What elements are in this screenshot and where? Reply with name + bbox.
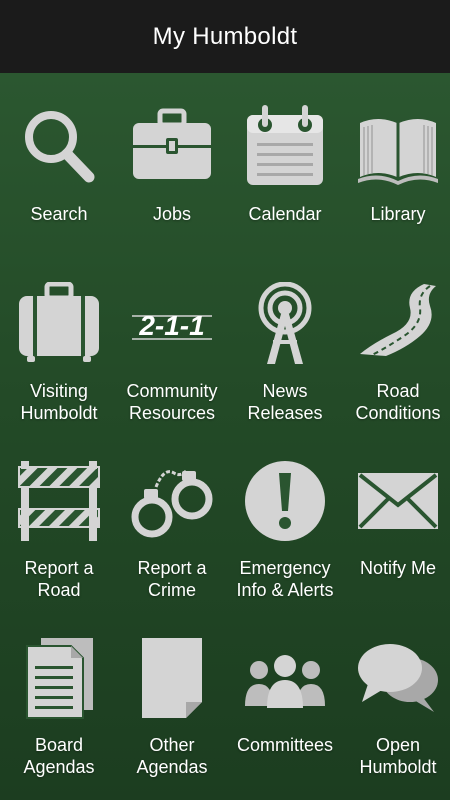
briefcase-icon: [130, 105, 214, 189]
tile-label: Report a Crime: [137, 558, 207, 600]
suitcase-icon: [17, 282, 101, 366]
tile-report-a-road[interactable]: Report a Road: [3, 427, 115, 600]
tile-committees[interactable]: Committees: [229, 604, 341, 774]
tile-label: Calendar: [248, 204, 322, 224]
envelope-icon: [356, 459, 440, 543]
handcuffs-icon: [130, 459, 214, 543]
tile-road-conditions[interactable]: Road Conditions: [342, 250, 450, 423]
tile-visiting-humboldt[interactable]: Visiting Humboldt: [3, 250, 115, 423]
tile-label: Board Agendas: [23, 735, 95, 777]
app-title: My Humboldt: [152, 22, 298, 50]
tile-label: News Releases: [247, 381, 323, 423]
people-icon: [243, 636, 327, 720]
chat-bubbles-icon: [356, 636, 440, 720]
tile-open-humboldt[interactable]: Open Humboldt: [342, 604, 450, 777]
tile-calendar[interactable]: Calendar: [229, 73, 341, 243]
road-icon: [356, 282, 440, 366]
tile-label: Report a Road: [24, 558, 94, 600]
calendar-icon: [243, 105, 327, 189]
tile-label: Other Agendas: [136, 735, 208, 777]
tile-label: Jobs: [152, 204, 192, 224]
tile-notify-me[interactable]: Notify Me: [342, 427, 450, 597]
broadcast-tower-icon: [243, 282, 327, 366]
menu-grid: Search Jobs Calendar Library Visiting Hu…: [0, 73, 450, 800]
tile-jobs[interactable]: Jobs: [116, 73, 228, 243]
book-icon: [356, 105, 440, 189]
tile-label: Community Resources: [126, 381, 218, 423]
tile-emergency-info[interactable]: Emergency Info & Alerts: [229, 427, 341, 600]
tile-label: Visiting Humboldt: [20, 381, 98, 423]
tile-label: Open Humboldt: [359, 735, 437, 777]
tile-community-resources[interactable]: 2-1-1 Community Resources: [116, 250, 228, 423]
alert-icon: [243, 459, 327, 543]
tile-other-agendas[interactable]: Other Agendas: [116, 604, 228, 777]
road-barrier-icon: [17, 459, 101, 543]
211-icon: 2-1-1: [130, 282, 214, 366]
tile-label: Search: [30, 204, 88, 224]
app-title-bar: My Humboldt: [0, 0, 450, 73]
tile-label: Emergency Info & Alerts: [236, 558, 334, 600]
tile-news-releases[interactable]: News Releases: [229, 250, 341, 423]
211-icon-text: 2-1-1: [138, 310, 204, 341]
tile-board-agendas[interactable]: Board Agendas: [3, 604, 115, 777]
tile-report-a-crime[interactable]: Report a Crime: [116, 427, 228, 600]
tile-label: Committees: [236, 735, 334, 755]
tile-label: Road Conditions: [355, 381, 441, 423]
tile-library[interactable]: Library: [342, 73, 450, 243]
tile-label: Library: [370, 204, 426, 224]
search-icon: [17, 105, 101, 189]
document-icon: [130, 636, 214, 720]
tile-label: Notify Me: [359, 558, 437, 578]
tile-search[interactable]: Search: [3, 73, 115, 243]
documents-icon: [17, 636, 101, 720]
